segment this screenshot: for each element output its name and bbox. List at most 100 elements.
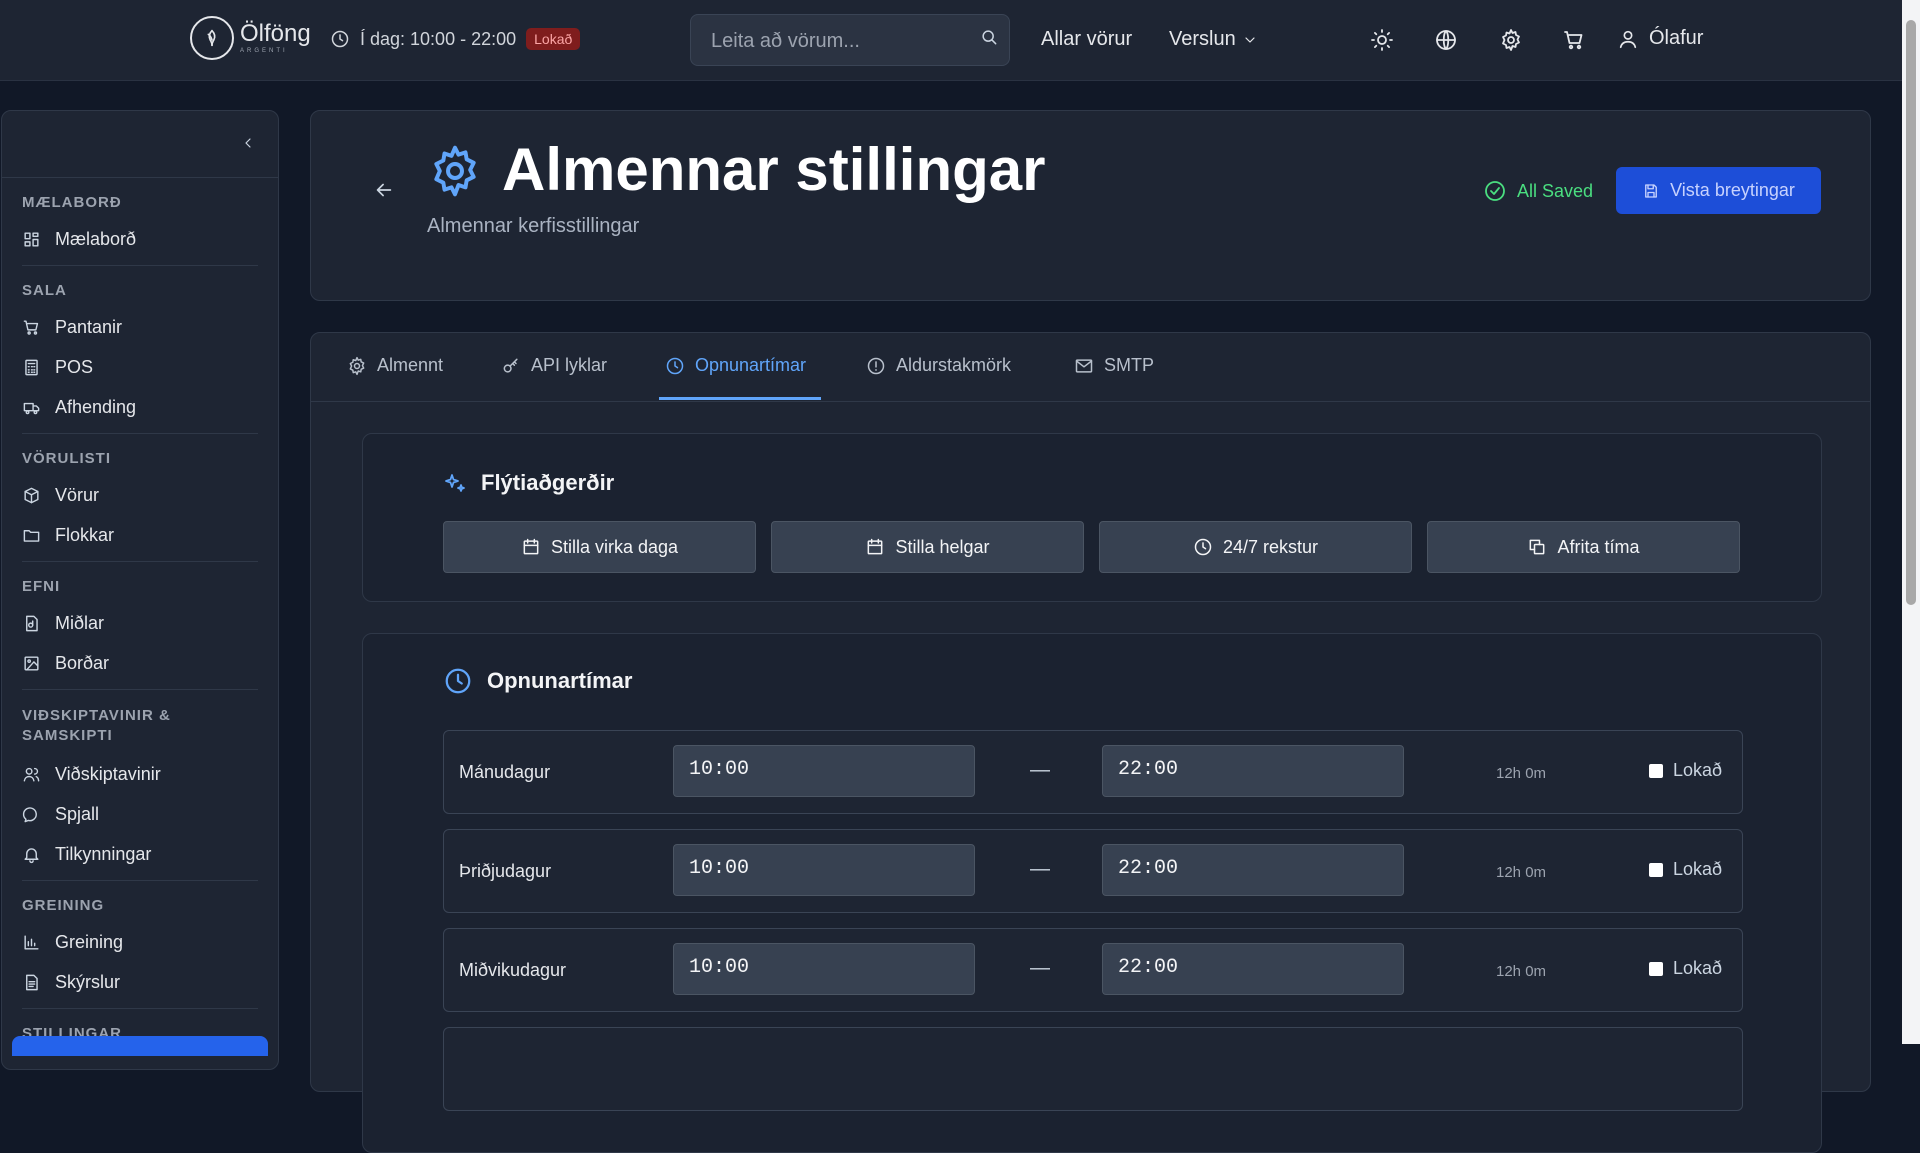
gear-icon[interactable] bbox=[1499, 28, 1523, 52]
clock-icon bbox=[331, 30, 349, 48]
sun-theme-icon[interactable] bbox=[1370, 28, 1394, 52]
tab-opening-hours[interactable]: Opnunartímar bbox=[665, 355, 806, 376]
gear-icon bbox=[434, 145, 476, 197]
top-navbar: Ölföng ARGENTI Í dag: 10:00 - 22:00 Loka… bbox=[0, 0, 1902, 81]
close-time-input[interactable]: 22:00 bbox=[1102, 943, 1404, 995]
users-icon bbox=[23, 767, 40, 782]
active-tab-indicator bbox=[659, 397, 821, 400]
closed-toggle[interactable]: Lokað bbox=[1649, 760, 1722, 781]
check-circle-icon bbox=[1485, 181, 1505, 201]
sidebar-section: MÆLABORÐ Mælaborð SALA Pantanir POS Afhe… bbox=[2, 178, 278, 1050]
clock-icon bbox=[666, 357, 684, 374]
tab-label: Almennt bbox=[377, 355, 444, 375]
sidebar-item-products[interactable]: Vörur bbox=[22, 475, 258, 515]
quick-actions-header: Flýtiaðgerðir bbox=[443, 470, 614, 496]
brand-name: Ölföng bbox=[240, 20, 311, 47]
sidebar-heading: EFNI bbox=[22, 578, 61, 595]
search-input[interactable] bbox=[691, 15, 983, 67]
time-separator: — bbox=[1030, 957, 1050, 979]
tab-smtp[interactable]: SMTP bbox=[1074, 355, 1154, 376]
open-time-input[interactable]: 10:00 bbox=[673, 844, 975, 896]
chevron-down-icon bbox=[1245, 36, 1255, 43]
tab-label: Opnunartímar bbox=[695, 355, 807, 375]
user-menu[interactable]: Ólafur bbox=[1617, 27, 1703, 50]
open-time-input[interactable]: 10:00 bbox=[673, 745, 975, 797]
open-24-7-button[interactable]: 24/7 rekstur bbox=[1099, 521, 1412, 573]
close-time-input[interactable]: 22:00 bbox=[1102, 844, 1404, 896]
closed-checkbox[interactable] bbox=[1649, 763, 1663, 778]
duration-text: 12h 0m bbox=[1496, 963, 1547, 980]
sidebar-item-analytics[interactable]: Greining bbox=[22, 922, 258, 962]
sidebar-item-banners[interactable]: Borðar bbox=[22, 643, 258, 683]
sidebar-header bbox=[2, 111, 278, 178]
sidebar-item-delivery[interactable]: Afhending bbox=[22, 387, 258, 427]
sidebar-item-label: Mælaborð bbox=[55, 228, 137, 249]
tab-bar: Almennt API lyklar Opnunartímar Aldursta… bbox=[311, 333, 1870, 402]
button-label: 24/7 rekstur bbox=[1222, 536, 1319, 557]
sidebar-item-orders[interactable]: Pantanir bbox=[22, 307, 258, 347]
sidebar-heading: VIÐSKIPTAVINIR & SAMSKIPTI bbox=[22, 707, 171, 744]
cart-icon[interactable] bbox=[1562, 28, 1586, 52]
brand-subtitle: ARGENTI bbox=[240, 48, 288, 54]
nav-store-dropdown[interactable]: Verslun bbox=[1169, 28, 1258, 51]
opening-hours-header: Opnunartímar bbox=[443, 666, 632, 696]
sidebar-item-media[interactable]: Miðlar bbox=[22, 603, 258, 643]
opening-hours-title: Opnunartímar bbox=[487, 668, 633, 693]
tab-age-limits[interactable]: Aldurstakmörk bbox=[866, 355, 1011, 376]
set-weekdays-button[interactable]: Stilla virka daga bbox=[443, 521, 756, 573]
open-time-input[interactable]: 10:00 bbox=[673, 943, 975, 995]
page-scrollbar[interactable] bbox=[1902, 0, 1920, 1044]
nav-store-label: Verslun bbox=[1169, 28, 1236, 50]
closed-toggle[interactable]: Lokað bbox=[1649, 958, 1722, 979]
closed-toggle[interactable]: Lokað bbox=[1649, 859, 1722, 880]
day-row-next bbox=[443, 1027, 1743, 1111]
sidebar-item-categories[interactable]: Flokkar bbox=[22, 515, 258, 555]
search-icon[interactable] bbox=[979, 27, 999, 47]
sidebar-item-label: Skýrslur bbox=[55, 971, 121, 992]
sidebar-item-dashboard[interactable]: Mælaborð bbox=[22, 219, 258, 259]
tab-general[interactable]: Almennt bbox=[347, 355, 443, 376]
bell-icon bbox=[24, 847, 39, 863]
button-label: Stilla virka daga bbox=[550, 536, 679, 557]
sidebar-item-customers[interactable]: Viðskiptavinir bbox=[22, 754, 258, 794]
day-name: Mánudagur bbox=[459, 762, 551, 782]
calendar-icon bbox=[868, 538, 883, 555]
chevron-left-icon[interactable] bbox=[240, 135, 256, 151]
brand-logo[interactable]: Ölföng ARGENTI bbox=[190, 16, 311, 60]
day-row-wednesday: Miðvikudagur 10:00 — 22:00 12h 0m Lokað bbox=[443, 928, 1743, 1012]
day-row-monday: Mánudagur 10:00 — 22:00 12h 0m Lokað bbox=[443, 730, 1743, 814]
time-separator: — bbox=[1030, 759, 1050, 781]
sidebar-item-notifications[interactable]: Tilkynningar bbox=[22, 834, 258, 874]
sidebar: MÆLABORÐ Mælaborð SALA Pantanir POS Afhe… bbox=[1, 110, 279, 1070]
sidebar-item-pos[interactable]: POS bbox=[22, 347, 258, 387]
sidebar-item-label: Miðlar bbox=[55, 612, 105, 633]
search-box bbox=[690, 14, 1010, 67]
dashboard-icon bbox=[24, 231, 39, 247]
closed-label: Lokað bbox=[1673, 859, 1723, 879]
closed-checkbox[interactable] bbox=[1649, 961, 1663, 976]
close-time-input[interactable]: 22:00 bbox=[1102, 745, 1404, 797]
nav-all-products[interactable]: Allar vörur bbox=[1041, 28, 1132, 51]
set-weekends-button[interactable]: Stilla helgar bbox=[771, 521, 1084, 573]
save-button-label: Vista breytingar bbox=[1670, 180, 1795, 200]
folder-icon bbox=[23, 529, 40, 542]
sparkles-icon bbox=[445, 474, 465, 492]
status-badge: Lokað bbox=[526, 28, 581, 50]
arrow-left-icon[interactable] bbox=[373, 179, 395, 201]
sidebar-item-label: Flokkar bbox=[55, 524, 115, 545]
quick-actions-card: Flýtiaðgerðir Stilla virka daga Stilla h… bbox=[362, 433, 1822, 602]
sidebar-item-label: Vörur bbox=[55, 484, 100, 505]
sidebar-item-chat[interactable]: Spjall bbox=[22, 794, 258, 834]
sidebar-item-label: Greining bbox=[55, 931, 124, 952]
sidebar-item-reports[interactable]: Skýrslur bbox=[22, 962, 258, 1002]
saved-status-text: All Saved bbox=[1517, 180, 1594, 201]
closed-checkbox[interactable] bbox=[1649, 862, 1663, 877]
opening-hours-card: Opnunartímar Mánudagur 10:00 — 22:00 12h… bbox=[362, 633, 1822, 1153]
scrollbar-thumb[interactable] bbox=[1906, 20, 1916, 605]
save-changes-button[interactable]: Vista breytingar bbox=[1616, 167, 1821, 214]
sidebar-item-settings-active[interactable] bbox=[12, 1036, 268, 1056]
copy-hours-button[interactable]: Afrita tíma bbox=[1427, 521, 1740, 573]
globe-icon[interactable] bbox=[1434, 28, 1458, 52]
clock-icon bbox=[445, 668, 471, 694]
tab-api-keys[interactable]: API lyklar bbox=[501, 355, 607, 376]
